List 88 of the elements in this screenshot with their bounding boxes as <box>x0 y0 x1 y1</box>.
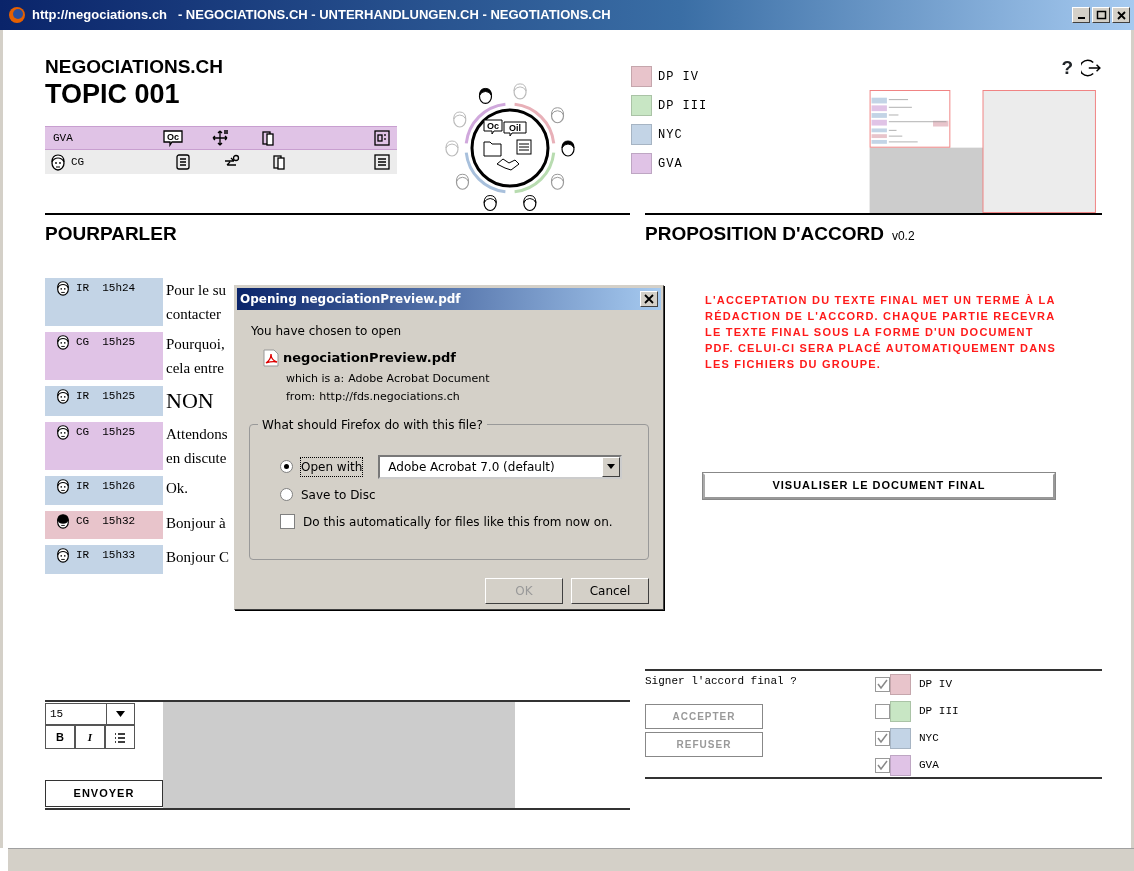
dialog-button[interactable]: Cancel <box>571 577 649 604</box>
party-checkbox[interactable] <box>875 703 890 719</box>
author-name: IR <box>76 281 90 296</box>
minimize-button[interactable] <box>1072 7 1090 23</box>
list-button[interactable] <box>105 725 135 749</box>
author-name: CG <box>76 335 90 350</box>
auto-checkbox[interactable] <box>280 514 295 529</box>
message-text: Bonjour à <box>166 513 226 533</box>
message-text: Bonjour C <box>166 548 229 567</box>
message-time: 15h33 <box>102 548 136 563</box>
legend-label: GVA <box>658 155 683 173</box>
dialog-title: Opening negociationPreview.pdf <box>240 291 461 308</box>
move-icon[interactable] <box>210 129 229 147</box>
message-text: Pour le su <box>166 281 226 300</box>
option-label[interactable]: Open with <box>301 457 363 476</box>
bold-button[interactable]: B <box>45 725 75 749</box>
message-text: cela entre <box>166 359 225 378</box>
message-time: 15h32 <box>102 513 136 529</box>
send-button[interactable]: ENVOYER <box>45 780 163 807</box>
message-input[interactable] <box>163 702 515 808</box>
party-checkbox[interactable] <box>875 730 890 746</box>
maximize-icon <box>1095 9 1107 21</box>
help-button[interactable]: ? <box>1061 53 1073 83</box>
window-title: http://negociations.ch - NEGOCIATIONS.CH - UNTERHANDLUNGEN.CH - NEGOTIATIONS.CH <box>32 6 611 25</box>
pdf-file-icon <box>263 348 279 367</box>
close-button[interactable] <box>640 291 658 307</box>
message-text: Ok. <box>166 479 189 498</box>
message-time: 15h25 <box>102 389 136 404</box>
maximize-button[interactable] <box>1092 7 1110 23</box>
list-icon[interactable] <box>174 153 193 171</box>
section-title: PROPOSITION D'ACCORD <box>645 222 884 246</box>
message-time: 15h25 <box>102 335 136 350</box>
source-label: from: <box>286 388 316 405</box>
legend-label: DP III <box>658 97 708 115</box>
view-document-button[interactable]: VISUALISER LE DOCUMENT FINAL <box>703 472 1055 499</box>
notice-text: L'ACCEPTATION DU TEXTE FINAL MET UN TERME À LA RÉDACTION DE L'ACCORD. CHAQUE PARTIE RECEVRA LE TEXTE FINAL SOUS LA FORME D'UN DOCUMENT PDF. CELUI-CI SERA PLACÉ AUTOMATIQUEMENT DANS LES FICHIERS DU GROUPE. <box>705 292 1057 372</box>
dropdown-arrow-icon <box>607 464 616 469</box>
option-radio[interactable] <box>280 460 293 473</box>
negotiation-circle-drawing: Oc Oil <box>437 80 583 216</box>
auto-label: Do this automatically for files like this from now on. <box>303 513 613 531</box>
row-label: CG <box>71 154 85 170</box>
message-text: contacter <box>166 305 222 324</box>
author-name: CG <box>76 425 90 440</box>
message-text: Attendons <box>166 425 228 444</box>
message-text: Pourquoi, <box>166 335 225 354</box>
party-label: NYC <box>919 730 939 746</box>
author-name: CG <box>76 513 90 529</box>
party-checkbox[interactable] <box>875 757 890 773</box>
party-checkbox[interactable] <box>875 676 890 692</box>
logout-icon[interactable] <box>1081 58 1101 78</box>
message-time: 15h26 <box>102 479 136 494</box>
site-name: NEGOCIATIONS.CH <box>45 56 225 78</box>
message-time: 15h24 <box>102 281 136 296</box>
author-name: IR <box>76 548 90 563</box>
dialog-intro: You have chosen to open <box>251 323 403 340</box>
speech-bubble-icon[interactable]: Oc <box>162 129 183 147</box>
party-label: DP IV <box>919 676 952 692</box>
close-button[interactable] <box>1112 7 1130 23</box>
topic-title: TOPIC 001 <box>45 78 181 110</box>
avatar-icon <box>49 153 67 171</box>
panel-icon[interactable] <box>373 129 391 147</box>
legend-label: DP IV <box>658 68 699 86</box>
dropdown-arrow-icon <box>116 711 125 717</box>
legend-label: NYC <box>658 126 683 144</box>
type-label: which is a: <box>286 370 345 387</box>
close-icon <box>644 294 654 304</box>
message-time: 15h25 <box>102 425 136 440</box>
minimize-icon <box>1075 17 1087 19</box>
row-label: GVA <box>53 130 73 146</box>
file-source: http://fds.negociations.ch <box>319 388 460 405</box>
close-icon <box>1115 9 1127 21</box>
sign-question: Signer l'accord final ? <box>645 673 798 689</box>
author-name: IR <box>76 389 90 404</box>
list-icon <box>114 731 126 744</box>
file-type: Adobe Acrobat Document <box>348 370 490 387</box>
author-name: IR <box>76 479 90 494</box>
browser-logo-icon <box>8 6 26 24</box>
application-select[interactable]: Adobe Acrobat 7.0 (default) <box>378 454 623 479</box>
file-name: negociationPreview.pdf <box>283 349 456 367</box>
option-radio[interactable] <box>280 488 293 501</box>
version-label: v0.2 <box>891 228 915 245</box>
option-label[interactable]: Save to Disc <box>301 485 376 504</box>
message-text: en discute <box>166 449 228 468</box>
party-label: GVA <box>919 757 939 773</box>
message-text: NON <box>166 387 214 415</box>
document-icon[interactable] <box>373 153 391 171</box>
italic-button[interactable]: I <box>75 725 105 749</box>
party-label: DP III <box>919 703 959 719</box>
